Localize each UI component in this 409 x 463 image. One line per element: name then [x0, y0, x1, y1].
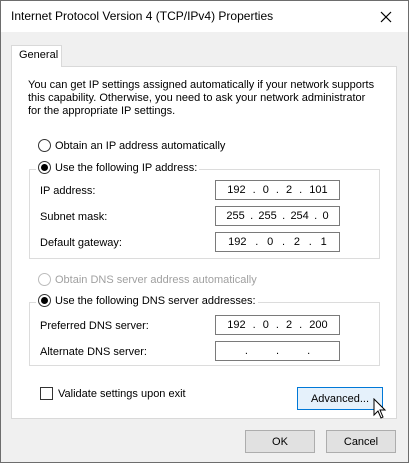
gateway-octet-1: 192 [228, 236, 247, 248]
octet-separator: . [282, 236, 286, 248]
validate-settings-checkbox[interactable] [40, 387, 53, 400]
use-following-dns-option[interactable]: Use the following DNS server addresses: [36, 294, 258, 307]
subnet-mask-label: Subnet mask: [40, 211, 108, 223]
validate-settings-option[interactable]: Validate settings upon exit [40, 387, 186, 400]
subnet-octet-3: 254 [290, 210, 309, 222]
close-icon [380, 11, 391, 22]
octet-separator: . [255, 236, 259, 248]
default-gateway-label: Default gateway: [40, 237, 122, 249]
description-text: You can get IP settings assigned automat… [28, 79, 375, 117]
ip-octet-2: 0 [262, 184, 269, 196]
subnet-octet-1: 255 [226, 210, 245, 222]
octet-separator: . [314, 210, 318, 222]
validate-settings-label: Validate settings upon exit [58, 387, 186, 400]
octet-separator: . [244, 345, 248, 357]
octet-separator: . [282, 210, 286, 222]
cancel-button[interactable]: Cancel [326, 430, 396, 453]
preferred-dns-octet-1: 192 [227, 319, 246, 331]
use-following-ip-label: Use the following IP address: [55, 161, 198, 174]
ok-button-label: OK [272, 435, 288, 448]
tab-general-label: General [19, 49, 59, 61]
obtain-ip-auto-radio[interactable] [38, 139, 51, 152]
general-panel: You can get IP settings assigned automat… [11, 66, 397, 419]
preferred-dns-label: Preferred DNS server: [40, 320, 149, 332]
obtain-ip-auto-label: Obtain an IP address automatically [55, 139, 226, 152]
octet-separator: . [252, 319, 256, 331]
obtain-dns-auto-option: Obtain DNS server address automatically [38, 273, 257, 286]
obtain-dns-auto-radio [38, 273, 51, 286]
mouse-pointer-icon [373, 398, 387, 419]
default-gateway-field[interactable]: 192. 0. 2. 1 [215, 232, 340, 252]
octet-separator: . [250, 210, 254, 222]
window-title: Internet Protocol Version 4 (TCP/IPv4) P… [11, 9, 274, 23]
gateway-octet-3: 2 [293, 236, 301, 248]
ip-octet-1: 192 [227, 184, 246, 196]
alternate-dns-field[interactable]: . . . [215, 341, 340, 361]
ok-button[interactable]: OK [245, 430, 315, 453]
ip-address-field[interactable]: 192. 0. 2. 101 [215, 180, 340, 200]
preferred-dns-octet-2: 0 [262, 319, 269, 331]
use-following-ip-radio[interactable] [38, 161, 51, 174]
octet-separator: . [252, 184, 256, 196]
preferred-dns-octet-4: 200 [309, 319, 328, 331]
dialog-window: Internet Protocol Version 4 (TCP/IPv4) P… [0, 0, 409, 463]
use-following-dns-label: Use the following DNS server addresses: [55, 294, 256, 307]
alternate-dns-label: Alternate DNS server: [40, 346, 147, 358]
octet-separator: . [299, 319, 303, 331]
advanced-button[interactable]: Advanced... [297, 387, 383, 410]
close-button[interactable] [363, 1, 408, 32]
use-following-ip-option[interactable]: Use the following IP address: [36, 161, 200, 174]
tab-general[interactable]: General [11, 45, 62, 67]
preferred-dns-field[interactable]: 192. 0. 2. 200 [215, 315, 340, 335]
obtain-ip-auto-option[interactable]: Obtain an IP address automatically [38, 139, 225, 152]
octet-separator: . [275, 345, 279, 357]
octet-separator: . [299, 184, 303, 196]
advanced-button-label: Advanced... [310, 392, 370, 405]
gateway-octet-4: 1 [320, 236, 327, 248]
octet-separator: . [307, 345, 311, 357]
subnet-octet-2: 255 [258, 210, 277, 222]
use-following-dns-radio[interactable] [38, 294, 51, 307]
octet-separator: . [275, 319, 279, 331]
cancel-button-label: Cancel [343, 435, 379, 448]
ip-octet-3: 2 [286, 184, 293, 196]
subnet-octet-4: 0 [322, 210, 329, 222]
title-bar: Internet Protocol Version 4 (TCP/IPv4) P… [1, 1, 408, 32]
preferred-dns-octet-3: 2 [286, 319, 293, 331]
subnet-mask-field[interactable]: 255. 255. 254. 0 [215, 206, 340, 226]
ip-octet-4: 101 [309, 184, 328, 196]
obtain-dns-auto-label: Obtain DNS server address automatically [55, 273, 257, 286]
ip-address-label: IP address: [40, 185, 96, 197]
octet-separator: . [275, 184, 279, 196]
octet-separator: . [308, 236, 312, 248]
gateway-octet-2: 0 [267, 236, 274, 248]
